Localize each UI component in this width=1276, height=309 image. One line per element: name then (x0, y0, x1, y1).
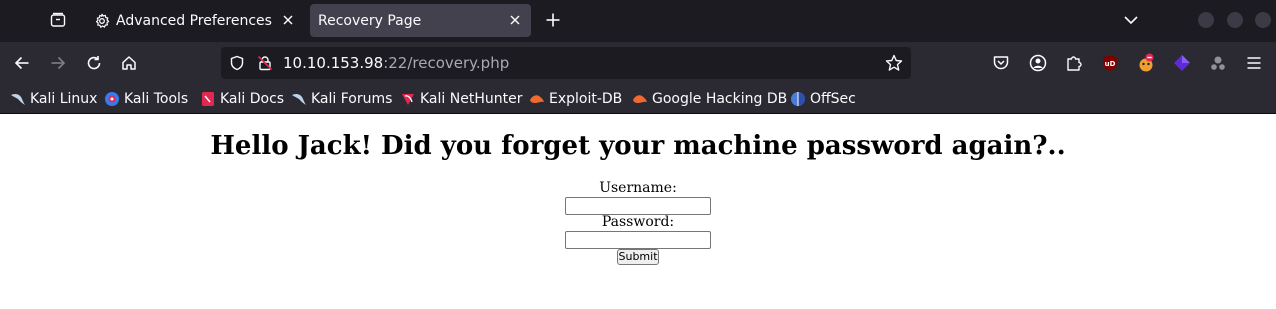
bookmark-kali-forums[interactable]: Kali Forums (291, 90, 392, 108)
bookmark-offsec[interactable]: OffSec (790, 90, 856, 108)
url-text[interactable]: 10.10.153.98:22/recovery.php (283, 54, 509, 72)
navigation-toolbar: 10.10.153.98:22/recovery.php uD (0, 42, 1276, 84)
tab-recovery-page[interactable]: Recovery Page (310, 4, 531, 37)
password-input[interactable] (565, 231, 711, 249)
forward-button[interactable] (44, 49, 72, 77)
minimize-window-button[interactable] (1198, 12, 1214, 28)
kali-dragon-icon (10, 91, 26, 107)
reload-button[interactable] (80, 49, 108, 77)
new-tab-button[interactable] (540, 7, 566, 33)
url-path: :22/recovery.php (383, 54, 510, 72)
exploit-db-icon (632, 91, 648, 107)
app-menu-button[interactable] (1244, 53, 1264, 73)
account-icon (1029, 54, 1047, 72)
extensions-button[interactable] (1064, 53, 1084, 73)
bookmark-label: Kali Docs (220, 91, 285, 107)
tab-title: Advanced Preferences (116, 12, 272, 29)
list-all-tabs-button[interactable] (1118, 7, 1144, 33)
pocket-button[interactable] (991, 53, 1011, 73)
close-icon (283, 15, 293, 25)
chevron-down-icon (1124, 16, 1138, 25)
page-heading: Hello Jack! Did you forget your machine … (210, 131, 1066, 161)
ublock-origin-icon: uD (1103, 55, 1117, 71)
plus-icon (546, 13, 560, 27)
close-icon (510, 15, 520, 25)
home-button[interactable] (115, 49, 143, 77)
foxyproxy-icon (1139, 53, 1154, 72)
puzzle-piece-icon (1067, 56, 1082, 71)
tab-advanced-preferences[interactable]: Advanced Preferences (86, 4, 304, 37)
kali-docs-icon (200, 91, 216, 107)
firefox-view-icon (50, 12, 66, 27)
reload-icon (87, 56, 101, 70)
bookmark-label: Exploit-DB (549, 91, 623, 107)
hamburger-menu-icon (1247, 57, 1261, 69)
username-label: Username: (599, 180, 677, 196)
submit-button[interactable]: Submit (617, 249, 659, 265)
bookmark-kali-nethunter[interactable]: Kali NetHunter (400, 90, 522, 108)
ublock-origin-extension[interactable]: uD (1100, 53, 1120, 73)
bookmark-label: Kali Tools (124, 91, 189, 107)
back-button[interactable] (8, 49, 36, 77)
svg-text:uD: uD (1105, 60, 1116, 68)
kali-dragon-icon (291, 91, 307, 107)
bookmark-label: Kali NetHunter (420, 91, 523, 107)
kali-tools-icon (104, 91, 120, 107)
exploit-db-icon (529, 91, 545, 107)
url-bar[interactable]: 10.10.153.98:22/recovery.php (221, 47, 911, 79)
arrow-left-icon (14, 56, 29, 70)
bookmarks-toolbar: Kali Linux Kali Tools Kali Docs Kali For… (0, 84, 1276, 114)
purple-extension[interactable] (1172, 53, 1192, 73)
close-window-button[interactable] (1255, 12, 1271, 28)
nethunter-icon (400, 91, 416, 107)
password-label: Password: (601, 214, 675, 230)
home-icon (122, 56, 136, 70)
arrow-right-icon (51, 56, 66, 70)
bookmark-exploit-db[interactable]: Exploit-DB (529, 90, 622, 108)
extension-ghost-icon (1211, 56, 1225, 70)
bookmark-star-icon[interactable] (885, 54, 903, 72)
foxyproxy-extension[interactable] (1136, 53, 1156, 73)
account-button[interactable] (1028, 53, 1048, 73)
bookmark-google-hacking-db[interactable]: Google Hacking DB (632, 90, 787, 108)
bookmark-label: Kali Forums (311, 91, 393, 107)
tab-strip: Advanced Preferences Recovery Page (0, 0, 1276, 42)
bookmark-label: Kali Linux (30, 91, 98, 107)
maximize-window-button[interactable] (1227, 12, 1243, 28)
tab-title: Recovery Page (318, 12, 422, 29)
gear-icon (94, 13, 110, 29)
bookmark-kali-tools[interactable]: Kali Tools (104, 90, 188, 108)
bookmark-label: Google Hacking DB (652, 91, 788, 107)
username-input[interactable] (565, 197, 711, 215)
url-host: 10.10.153.98 (283, 54, 384, 72)
gray-extension[interactable] (1208, 53, 1228, 73)
page-content: Hello Jack! Did you forget your machine … (0, 115, 1276, 309)
tracking-protection-shield-icon[interactable] (229, 55, 245, 71)
close-tab-button[interactable] (280, 12, 296, 28)
bookmark-kali-linux[interactable]: Kali Linux (10, 90, 97, 108)
bookmark-label: OffSec (810, 91, 856, 107)
bookmark-kali-docs[interactable]: Kali Docs (200, 90, 284, 108)
firefox-view-button[interactable] (44, 6, 72, 34)
close-tab-button[interactable] (507, 12, 523, 28)
insecure-lock-icon[interactable] (257, 55, 273, 71)
pocket-icon (993, 56, 1009, 70)
offsec-icon (790, 91, 806, 107)
purple-diamond-icon (1174, 55, 1190, 71)
